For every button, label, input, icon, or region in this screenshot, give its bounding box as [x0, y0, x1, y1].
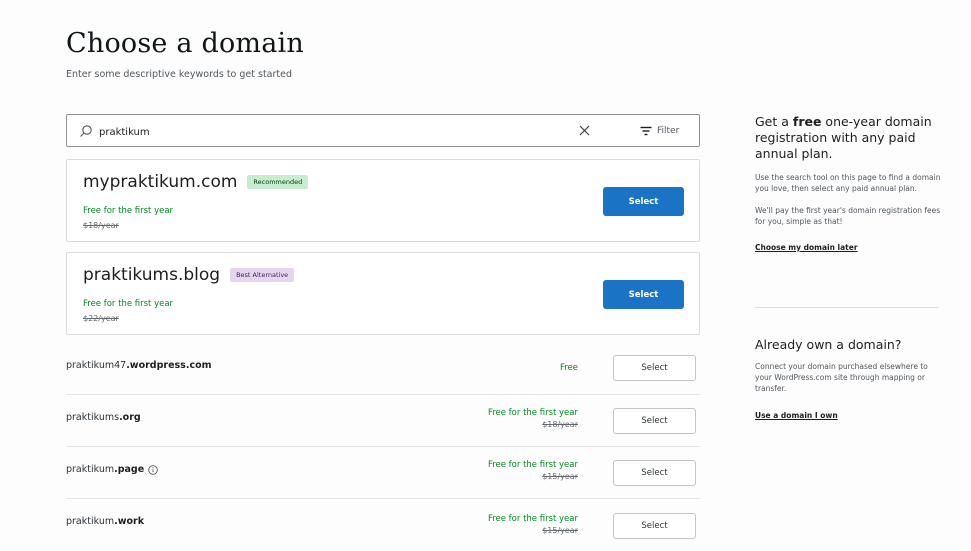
own-domain-heading: Already own a domain?	[755, 337, 902, 352]
info-icon[interactable]	[148, 464, 158, 475]
result-domain: praktikum.work	[66, 516, 144, 527]
sidebar-own-domain: Already own a domain? Connect your domai…	[755, 337, 941, 422]
select-button[interactable]: Select	[603, 280, 684, 309]
price-text: Free for the first year	[487, 514, 578, 524]
price-text: Free	[559, 363, 578, 373]
featured-free-text: Free for the first year	[83, 206, 174, 216]
sidebar-divider	[755, 307, 939, 308]
result-price: Free for the first year $15/year	[488, 460, 578, 481]
page-title: Choose a domain	[66, 28, 304, 59]
price-text: Free for the first year	[487, 460, 578, 470]
close-icon[interactable]	[577, 123, 592, 138]
result-price: Free	[560, 363, 578, 373]
select-button[interactable]: Select	[613, 513, 696, 539]
domain-name-part: praktikum	[66, 516, 115, 527]
recommended-badge: Recommended	[247, 175, 309, 189]
featured-domain-card: mypraktikum.com Recommended Free for the…	[66, 159, 700, 242]
price-text: Free for the first year	[487, 408, 578, 418]
result-price: Free for the first year $18/year	[488, 408, 578, 429]
page-subtitle: Enter some descriptive keywords to get s…	[66, 69, 293, 80]
filter-label: Filter	[657, 126, 680, 136]
domain-tld: .org	[119, 412, 141, 423]
search-icon	[80, 125, 92, 137]
featured-domain-name: mypraktikum.com	[83, 172, 238, 192]
result-domain: praktikum47.wordpress.com	[66, 360, 212, 371]
featured-domain-card: praktikums.blog Best Alternative Free fo…	[66, 252, 700, 335]
featured-free-text: Free for the first year	[83, 299, 174, 309]
choose-domain-later-link[interactable]: Choose my domain later	[755, 243, 858, 252]
select-button[interactable]: Select	[613, 408, 696, 434]
original-price: $15/year	[542, 472, 578, 481]
best-alternative-badge: Best Alternative	[230, 268, 295, 282]
select-button[interactable]: Select	[613, 355, 696, 381]
sidebar-free-domain-promo: Get a free one-year domain registration …	[755, 114, 941, 254]
domain-name-part: praktikum	[66, 464, 115, 475]
domain-result-row: praktikum.work Free for the first year $…	[66, 499, 700, 551]
original-price: $15/year	[542, 526, 578, 535]
domain-result-row: praktikum47.wordpress.com Free Select	[66, 343, 700, 395]
domain-search-bar: Filter	[66, 114, 700, 147]
select-button[interactable]: Select	[613, 460, 696, 486]
filter-button[interactable]: Filter	[640, 123, 679, 139]
use-domain-i-own-link[interactable]: Use a domain I own	[755, 411, 838, 420]
domain-tld: .page	[114, 464, 145, 475]
promo-heading-bold: free	[792, 114, 822, 129]
select-button[interactable]: Select	[603, 187, 684, 216]
featured-domain-name: praktikums.blog	[83, 265, 221, 285]
domain-result-row: praktikums.org Free for the first year $…	[66, 395, 700, 447]
result-price: Free for the first year $15/year	[488, 514, 578, 535]
filter-icon	[640, 126, 652, 136]
featured-original-price: $22/year	[83, 314, 119, 323]
result-domain: praktikum.page	[66, 464, 158, 475]
domain-name-part: praktikums	[66, 412, 120, 423]
featured-original-price: $18/year	[83, 221, 119, 230]
promo-text: We'll pay the first year's domain regist…	[755, 206, 941, 226]
original-price: $18/year	[542, 420, 578, 429]
promo-text: Use the search tool on this page to find…	[755, 173, 941, 193]
own-domain-text: Connect your domain purchased elsewhere …	[755, 362, 928, 393]
promo-heading: Get a free one-year domain registration …	[755, 114, 941, 162]
page-header: Choose a domain Enter some descriptive k…	[66, 28, 304, 80]
promo-heading-pre: Get a	[755, 114, 793, 129]
domain-tld: .wordpress.com	[126, 360, 212, 371]
result-domain: praktikums.org	[66, 412, 141, 423]
domain-name-part: praktikum47	[66, 360, 127, 371]
domain-result-row: praktikum.page Free for the first year $…	[66, 447, 700, 499]
search-input[interactable]	[97, 122, 581, 142]
domain-tld: .work	[114, 516, 145, 527]
